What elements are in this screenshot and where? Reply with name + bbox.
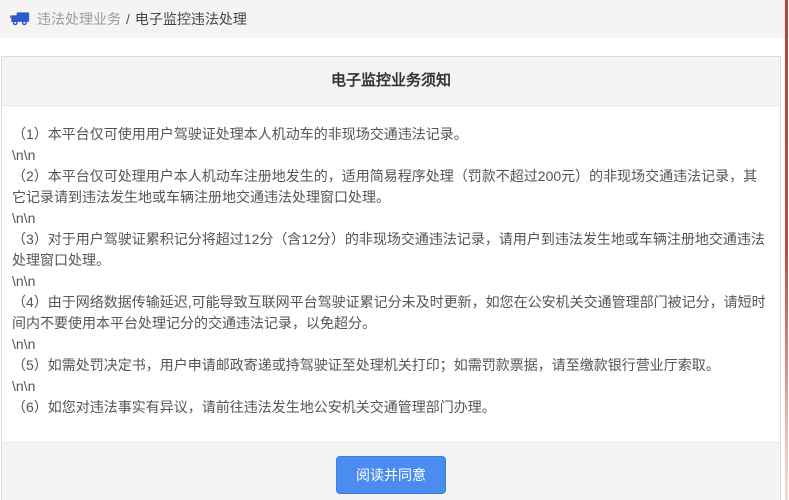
breadcrumb-separator: / [126, 11, 130, 27]
notice-title: 电子监控业务须知 [2, 57, 780, 106]
notice-line: \n\n [12, 334, 766, 355]
notice-line: （4）由于网络数据传输延迟,可能导致互联网平台驾驶证累记分未及时更新，如您在公安… [12, 292, 766, 334]
notice-line: \n\n [12, 145, 766, 166]
notice-footer: 阅读并同意 [2, 442, 780, 500]
notice-line: \n\n [12, 376, 766, 397]
page: 违法处理业务 / 电子监控违法处理 电子监控业务须知 （1）本平台仅可使用用户驾… [0, 0, 789, 500]
notice-line: （3）对于用户驾驶证累积记分将超过12分（含12分）的非现场交通违法记录，请用户… [12, 229, 766, 271]
notice-body: （1）本平台仅可使用用户驾驶证处理本人机动车的非现场交通违法记录。\n\n（2）… [2, 106, 780, 442]
notice-line: （2）本平台仅可处理用户本人机动车注册地发生的，适用简易程序处理（罚款不超过20… [12, 166, 766, 208]
notice-line: \n\n [12, 271, 766, 292]
notice-line: （5）如需处罚决定书，用户申请邮政寄递或持驾驶证至处理机关打印；如需罚款票据，请… [12, 355, 766, 376]
notice-line: \n\n [12, 208, 766, 229]
notice-line: （1）本平台仅可使用用户驾驶证处理本人机动车的非现场交通违法记录。 [12, 124, 766, 145]
breadcrumb-current: 电子监控违法处理 [135, 9, 247, 29]
truck-icon [10, 11, 30, 27]
scrollbar[interactable] [785, 0, 788, 500]
agree-button[interactable]: 阅读并同意 [336, 456, 446, 494]
notice-line: （6）如您对违法事实有异议，请前往违法发生地公安机关交通管理部门办理。 [12, 397, 766, 418]
breadcrumb: 违法处理业务 / 电子监控违法处理 [0, 0, 789, 38]
notice-card: 电子监控业务须知 （1）本平台仅可使用用户驾驶证处理本人机动车的非现场交通违法记… [1, 56, 781, 500]
breadcrumb-section[interactable]: 违法处理业务 [37, 9, 121, 29]
